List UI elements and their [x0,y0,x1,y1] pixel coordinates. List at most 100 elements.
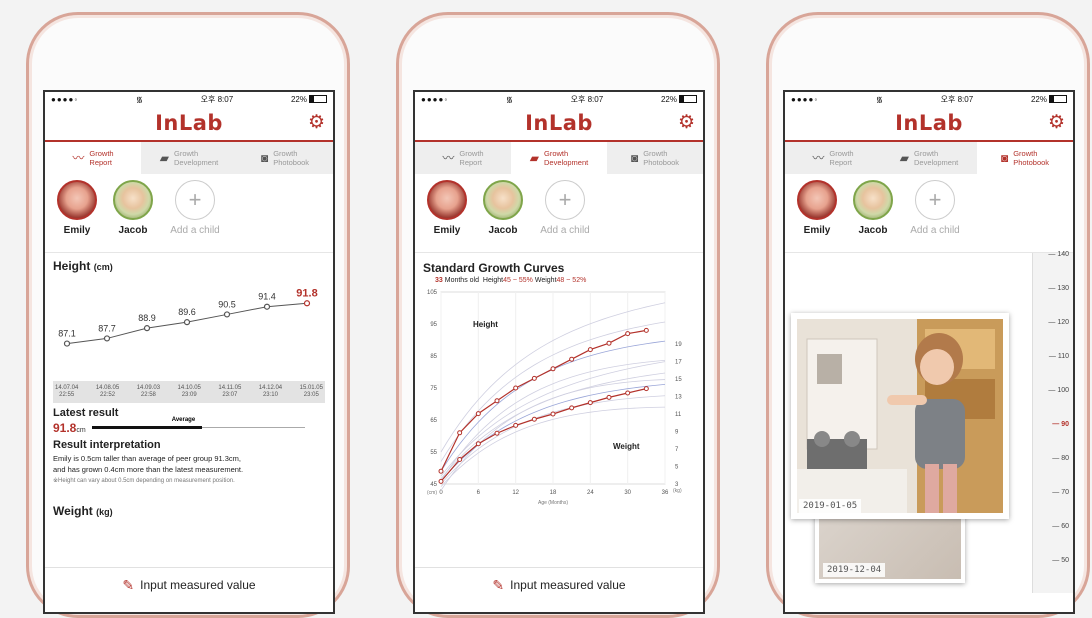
average-bar: Average [91,417,325,435]
date-cell: 14.11.05 23:07 [218,385,242,398]
ruler-label: — 130 [1048,285,1069,292]
y-left-tick-label: 55 [430,450,437,456]
ruler-label: — 120 [1048,319,1069,326]
height-chart: 87.1 87.7 88.9 89.6 90.5 91.4 91.8 [45,273,333,381]
gear-icon[interactable]: ⚙ [1048,113,1065,133]
child-jacob[interactable]: Jacob [109,180,157,252]
date-bar: 14.07.04 22:55 14.08.05 22:52 14.09.03 22:58 1… [53,381,325,403]
tab-growth-report[interactable]: 〰 Growth Report [45,142,141,174]
input-measured-value-button[interactable]: ✎ Input measured value [415,567,703,602]
tab-growth-report[interactable]: 〰 Growth Report [785,142,881,174]
photo-image [797,319,1003,513]
tab-bar: 〰 Growth Report ▰ Growth Development ◙ Growth… [415,142,703,174]
battery-indicator: 22% [661,95,697,104]
data-point [531,416,537,422]
data-point [550,411,556,417]
height-point [223,311,231,318]
x-tick-label: 0 [439,490,443,496]
tab-bar: 〰 Growth Report ▰ Growth Development ◙ Growth… [785,142,1073,174]
ruler-label: — 60 [1052,523,1069,530]
app-logo: InLab [895,111,963,135]
height-point [63,340,71,347]
child-emily[interactable]: Emily [53,180,101,252]
y-left-tick-label: 105 [427,290,438,296]
tab-growth-photobook[interactable]: ◙ Growth Photobook [977,142,1073,174]
y-left-tick-label: 85 [430,354,437,360]
growth-curve-chart: 0 6 12 18 24 30 36Age (Months)105958575655545(… [427,290,682,506]
age-percentile-line: 33 Months old Height45 ~ 55% Weight48 ~ … [435,277,587,284]
data-point [625,331,631,337]
data-point [587,400,593,406]
result-bar [91,426,202,429]
input-measured-value-button[interactable]: ✎ Input measured value [45,567,333,602]
add-child-label: Add a child [170,225,220,236]
gear-icon[interactable]: ⚙ [678,113,695,133]
tab-growth-development[interactable]: ▰ Growth Development [881,142,977,174]
y-left-tick-label: 65 [430,418,437,424]
y-right-tick-label: 15 [675,377,682,383]
plus-icon: + [545,180,585,220]
add-child-button[interactable]: + Add a child [905,180,965,252]
app-header: InLab ⚙ [415,106,703,142]
children-selector: Emily Jacob + Add a child [415,174,703,253]
app-logo: InLab [525,111,593,135]
latest-value: 91.8cm [53,421,86,435]
data-point [643,386,649,392]
latest-result: Latest result 91.8cm Average [45,403,333,439]
height-label: 89.6 [178,307,196,317]
add-child-label: Add a child [540,225,590,236]
child-emily[interactable]: Emily [423,180,471,252]
gear-icon[interactable]: ⚙ [308,113,325,133]
data-point [569,405,575,411]
ruler-label: — 80 [1052,455,1069,462]
plus-icon: + [175,180,215,220]
data-point [438,468,444,474]
add-child-button[interactable]: + Add a child [165,180,225,252]
data-point [625,390,631,396]
x-tick-label: 6 [477,490,481,496]
screen: ●●●●◦ ᯾ 오후 8:07 22% InLab ⚙ 〰 Growth Repor… [43,90,335,614]
edit-icon: ✎ [492,576,505,593]
wifi-icon: ᯾ [506,94,513,104]
date-cell: 14.12.04 23:10 [258,385,283,398]
plus-icon: + [915,180,955,220]
trend-icon: 〰 [72,150,85,165]
child-jacob[interactable]: Jacob [849,180,897,252]
clock: 오후 8:07 [570,94,604,104]
height-point [263,303,271,310]
tab-growth-development[interactable]: ▰ Growth Development [511,142,607,174]
avatar [113,180,153,220]
data-point [494,398,500,404]
tab-growth-report[interactable]: 〰 Growth Report [415,142,511,174]
child-emily[interactable]: Emily [793,180,841,252]
signal-indicator: ●●●●◦ [51,94,79,104]
signal-indicator: ●●●●◦ [791,94,819,104]
data-point [531,375,537,381]
child-name: Emily [803,225,831,236]
tab-growth-photobook[interactable]: ◙ Growth Photobook [237,142,333,174]
y-left-unit: (cm) [427,490,437,496]
ruler-label: — 90 [1052,421,1069,428]
tab-growth-photobook[interactable]: ◙ Growth Photobook [607,142,703,174]
edit-icon: ✎ [122,576,135,593]
status-bar: ●●●●◦ ᯾ 오후 8:07 22% [785,92,1073,106]
avatar [853,180,893,220]
average-label: Average [171,417,196,423]
y-right-tick-label: 13 [675,395,682,401]
add-child-button[interactable]: + Add a child [535,180,595,252]
height-ruler[interactable]: — 140 — 130 — 120 — 110 — 100 — 90 — 80 — 70 — 6… [1032,251,1073,593]
child-jacob[interactable]: Jacob [479,180,527,252]
ruler-label: — 50 [1052,557,1069,564]
interpretation-title: Result interpretation [53,439,161,451]
x-tick-label: 18 [550,490,557,496]
weight-title: Weight (kg) [53,504,113,518]
photo-card[interactable]: 2019-01-05 [791,313,1009,519]
data-point [494,430,500,436]
app-header: InLab ⚙ [785,106,1073,142]
tab-growth-development[interactable]: ▰ Growth Development [141,142,237,174]
height-point [303,300,311,307]
date-cell: 14.09.03 22:58 [136,385,161,398]
y-left-tick-label: 75 [430,386,437,392]
x-tick-label: 30 [624,490,631,496]
date-cell: 15.01.05 23:05 [299,385,323,398]
